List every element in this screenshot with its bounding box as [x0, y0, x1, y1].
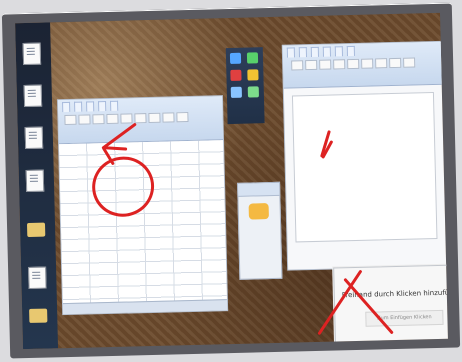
spreadsheet-ribbon	[57, 96, 224, 145]
ribbon-button[interactable]	[148, 112, 161, 123]
ribbon-button[interactable]	[106, 113, 119, 125]
ink-dialog: Freihand durch Klicken hinzufügen Zum Ei…	[333, 264, 448, 350]
pen-tool-icon	[229, 52, 242, 64]
tab[interactable]	[74, 101, 83, 112]
document-page[interactable]	[291, 92, 438, 243]
ribbon-buttons	[64, 112, 189, 126]
monitor-frame: Freihand durch Klicken hinzufügen Zum Ei…	[1, 2, 461, 359]
document-ribbon	[282, 41, 448, 89]
desktop-file-icon	[25, 169, 45, 193]
tab[interactable]	[310, 46, 320, 58]
desktop-file-icon	[24, 126, 44, 150]
ribbon-button[interactable]	[347, 58, 360, 70]
ribbon-button[interactable]	[333, 59, 346, 70]
ribbon-button[interactable]	[134, 113, 147, 124]
ribbon-button[interactable]	[319, 59, 332, 70]
document-window	[282, 41, 448, 270]
small-window-titlebar	[238, 182, 280, 197]
tab[interactable]	[346, 45, 355, 57]
tool-palette	[225, 47, 265, 125]
ribbon-buttons	[291, 57, 416, 71]
tab[interactable]	[334, 46, 343, 57]
ribbon-button[interactable]	[375, 58, 388, 69]
ribbon-button[interactable]	[162, 112, 175, 123]
eraser-tool-icon	[230, 69, 242, 81]
app-icon	[248, 203, 269, 220]
desktop-file-icon	[28, 266, 47, 289]
desktop-screen: Freihand durch Klicken hinzufügen Zum Ei…	[15, 12, 448, 350]
desktop-file-icon	[22, 42, 42, 66]
tab[interactable]	[86, 101, 95, 112]
tab[interactable]	[298, 47, 308, 58]
text-tool-icon	[247, 86, 259, 98]
ribbon-button[interactable]	[64, 114, 77, 126]
tab[interactable]	[62, 101, 71, 113]
photo: Freihand durch Klicken hinzufügen Zum Ei…	[0, 0, 462, 362]
folder-icon	[26, 222, 46, 237]
shape-tool-icon	[247, 69, 259, 81]
ribbon-button[interactable]	[389, 57, 402, 69]
spreadsheet-tabs	[58, 99, 122, 115]
ribbon-button[interactable]	[361, 58, 374, 69]
desktop-file-icon	[23, 84, 43, 108]
ribbon-button[interactable]	[403, 57, 416, 68]
ribbon-button[interactable]	[92, 114, 105, 125]
ribbon-button[interactable]	[291, 60, 304, 71]
tab[interactable]	[98, 101, 107, 112]
highlighter-tool-icon	[246, 52, 259, 64]
small-app-window	[237, 181, 283, 280]
ribbon-button[interactable]	[78, 114, 91, 125]
folder-icon	[29, 308, 48, 323]
tab[interactable]	[110, 100, 119, 111]
ribbon-button[interactable]	[120, 113, 133, 124]
tab[interactable]	[286, 47, 296, 58]
tab[interactable]	[322, 46, 332, 57]
document-tabs	[283, 44, 359, 60]
select-tool-icon	[230, 86, 242, 98]
ribbon-button[interactable]	[305, 59, 318, 71]
ribbon-button[interactable]	[176, 112, 189, 123]
